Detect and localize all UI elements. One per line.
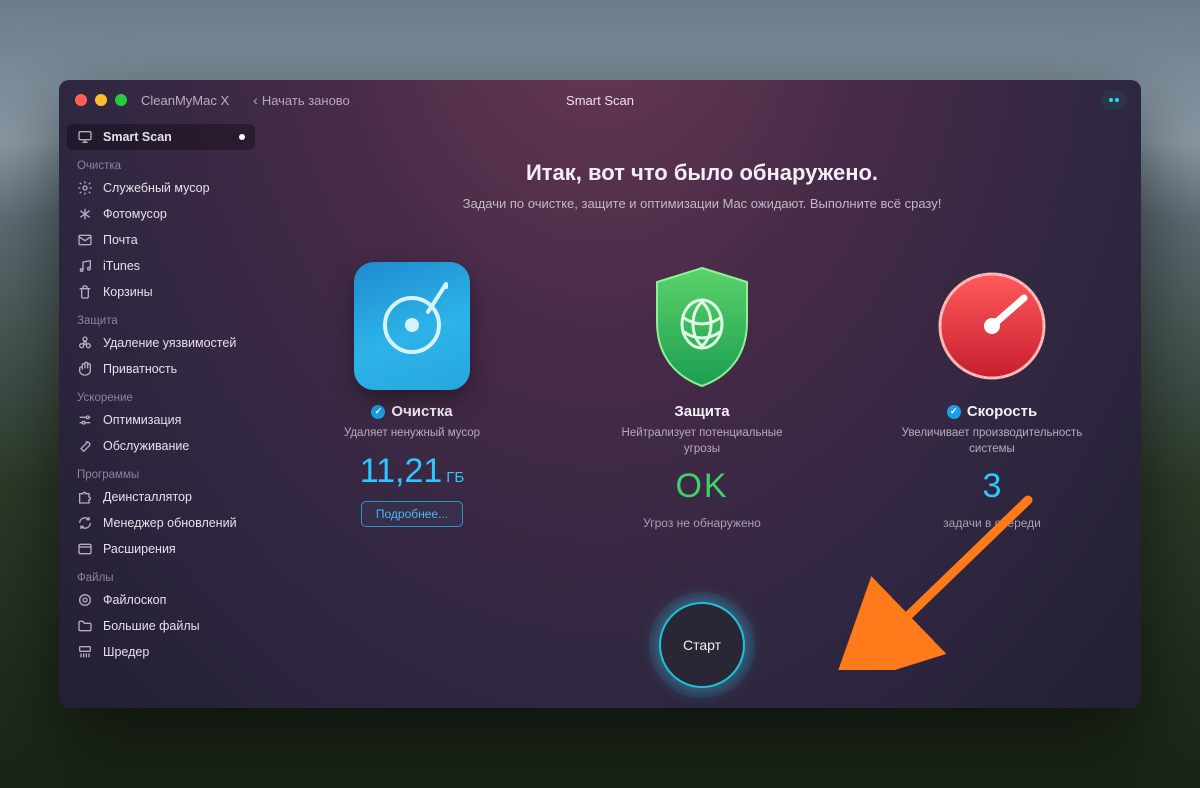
sidebar-item-label: Удаление уязвимостей	[103, 336, 236, 350]
sidebar-item-label: Менеджер обновлений	[103, 516, 237, 530]
titlebar: CleanMyMac X ‹ Начать заново Smart Scan	[59, 80, 1141, 120]
sidebar-section-cleanup: Очистка	[77, 160, 245, 172]
assistant-pill[interactable]	[1101, 90, 1127, 110]
sidebar-item-label: Фотомусор	[103, 207, 167, 221]
gear-icon	[77, 180, 93, 196]
speed-status: задачи в очереди	[892, 516, 1092, 530]
protection-status: Угроз не обнаружено	[602, 516, 802, 530]
sidebar-item-optimization[interactable]: Оптимизация	[67, 407, 255, 433]
sidebar-item-label: Служебный мусор	[103, 181, 210, 195]
sidebar-item-label: Приватность	[103, 362, 177, 376]
sidebar-item-label: Деинсталлятор	[103, 490, 192, 504]
window-icon	[77, 541, 93, 557]
card-title: Скорость	[967, 403, 1037, 420]
chevron-left-icon: ‹	[253, 92, 258, 108]
sidebar-item-photo-junk[interactable]: Фотомусор	[67, 201, 255, 227]
gauge-illustration	[892, 261, 1092, 391]
sidebar-item-space-lens[interactable]: Файлоскоп	[67, 587, 255, 613]
card-desc: Удаляет ненужный мусор	[312, 426, 512, 442]
sidebar-item-extensions[interactable]: Расширения	[67, 536, 255, 562]
start-label: Старт	[683, 637, 721, 653]
app-window: CleanMyMac X ‹ Начать заново Smart Scan …	[59, 80, 1141, 708]
trash-icon	[77, 284, 93, 300]
shredder-icon	[77, 644, 93, 660]
titlebar-title: Smart Scan	[566, 93, 634, 108]
minimize-window-button[interactable]	[95, 94, 107, 106]
sidebar-section-protection: Защита	[77, 315, 245, 327]
sidebar-item-label: Большие файлы	[103, 619, 200, 633]
music-icon	[77, 258, 93, 274]
folder-icon	[77, 618, 93, 634]
traffic-lights	[75, 94, 127, 106]
sidebar-item-label: Файлоскоп	[103, 593, 166, 607]
sidebar-item-label: Шредер	[103, 645, 149, 659]
sidebar-item-label: Корзины	[103, 285, 153, 299]
shield-illustration	[602, 261, 802, 391]
card-title: Защита	[674, 403, 729, 420]
sidebar-section-apps: Программы	[77, 469, 245, 481]
sidebar-item-label: Smart Scan	[103, 130, 172, 144]
check-icon: ✓	[947, 405, 961, 419]
details-button[interactable]: Подробнее...	[361, 501, 463, 527]
sidebar-item-itunes[interactable]: iTunes	[67, 253, 255, 279]
sidebar-section-files: Файлы	[77, 572, 245, 584]
start-button[interactable]: Старт	[659, 602, 745, 688]
page-heading: Итак, вот что было обнаружено.	[526, 160, 878, 186]
sidebar-section-speed: Ускорение	[77, 392, 245, 404]
sidebar-item-large-files[interactable]: Большие файлы	[67, 613, 255, 639]
card-protection: Защита Нейтрализует потенциальные угрозы…	[602, 261, 802, 530]
monitor-icon	[77, 129, 93, 145]
biohazard-icon	[77, 335, 93, 351]
sidebar-item-label: Расширения	[103, 542, 176, 556]
card-cleanup: ✓ Очистка Удаляет ненужный мусор 11,21ГБ…	[312, 261, 512, 530]
sidebar-item-smart-scan[interactable]: Smart Scan	[67, 124, 255, 150]
sidebar-item-maintenance[interactable]: Обслуживание	[67, 433, 255, 459]
sidebar-item-mail[interactable]: Почта	[67, 227, 255, 253]
restart-label: Начать заново	[262, 93, 350, 108]
page-subheading: Задачи по очистке, защите и оптимизации …	[463, 196, 942, 211]
card-desc: Увеличивает производительность системы	[892, 426, 1092, 457]
sidebar-item-trash[interactable]: Корзины	[67, 279, 255, 305]
cleanup-value: 11,21ГБ	[312, 452, 512, 491]
maximize-window-button[interactable]	[115, 94, 127, 106]
sidebar-item-malware[interactable]: Удаление уязвимостей	[67, 330, 255, 356]
asterisk-icon	[77, 206, 93, 222]
sliders-icon	[77, 412, 93, 428]
sidebar: Smart Scan Очистка Служебный мусор Фотом…	[59, 120, 263, 708]
sidebar-item-label: Оптимизация	[103, 413, 181, 427]
restart-button[interactable]: ‹ Начать заново	[253, 92, 350, 108]
wrench-icon	[77, 438, 93, 454]
sidebar-item-uninstaller[interactable]: Деинсталлятор	[67, 484, 255, 510]
result-cards: ✓ Очистка Удаляет ненужный мусор 11,21ГБ…	[312, 261, 1092, 530]
card-speed: ✓ Скорость Увеличивает производительност…	[892, 261, 1092, 530]
disk-illustration	[312, 261, 512, 391]
sidebar-item-updater[interactable]: Менеджер обновлений	[67, 510, 255, 536]
card-title: Очистка	[391, 403, 452, 420]
main-content: Итак, вот что было обнаружено. Задачи по…	[263, 120, 1141, 708]
lens-icon	[77, 592, 93, 608]
sidebar-item-label: Обслуживание	[103, 439, 189, 453]
sidebar-item-privacy[interactable]: Приватность	[67, 356, 255, 382]
refresh-icon	[77, 515, 93, 531]
sidebar-item-label: Почта	[103, 233, 138, 247]
close-window-button[interactable]	[75, 94, 87, 106]
hand-icon	[77, 361, 93, 377]
mail-icon	[77, 232, 93, 248]
sidebar-item-label: iTunes	[103, 259, 140, 273]
check-icon: ✓	[371, 405, 385, 419]
card-desc: Нейтрализует потенциальные угрозы	[602, 426, 802, 457]
app-title: CleanMyMac X	[141, 93, 229, 108]
protection-value: OK	[602, 467, 802, 506]
puzzle-icon	[77, 489, 93, 505]
sidebar-item-shredder[interactable]: Шредер	[67, 639, 255, 665]
sidebar-item-system-junk[interactable]: Служебный мусор	[67, 175, 255, 201]
speed-value: 3	[892, 467, 1092, 506]
